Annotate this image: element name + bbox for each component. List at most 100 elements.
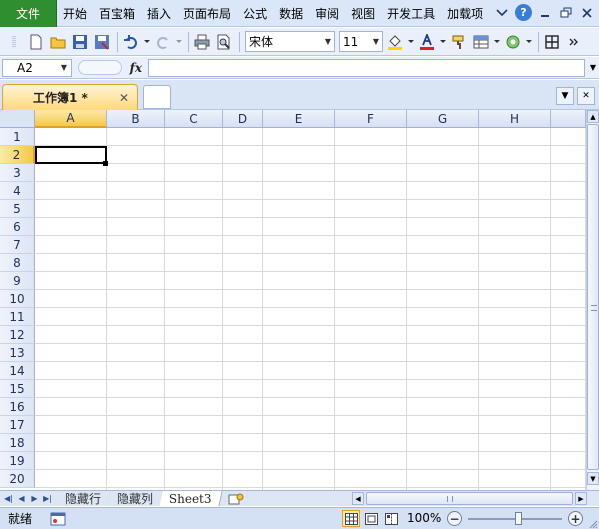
select-all-corner[interactable]: [0, 110, 35, 128]
menu-toolbox[interactable]: 百宝箱: [93, 0, 141, 27]
format-painter-icon[interactable]: [449, 32, 469, 52]
help-icon[interactable]: ?: [515, 4, 532, 21]
column-header-partial[interactable]: [551, 110, 586, 128]
next-sheet-icon[interactable]: ▶: [29, 494, 40, 503]
close-document-icon[interactable]: ✕: [577, 87, 595, 105]
row-header-5[interactable]: 5: [0, 200, 35, 218]
fill-color-dropdown-icon[interactable]: [407, 32, 415, 52]
format-table-dropdown-icon[interactable]: [493, 32, 501, 52]
scroll-up-icon[interactable]: ▲: [587, 110, 599, 123]
column-header-c[interactable]: C: [165, 110, 223, 128]
scroll-down-icon[interactable]: ▼: [587, 472, 599, 485]
minimize-icon[interactable]: [537, 5, 553, 21]
document-tab[interactable]: 工作簿1 * ✕: [2, 84, 138, 110]
row-header-7[interactable]: 7: [0, 236, 35, 254]
redo-icon[interactable]: [153, 32, 173, 52]
column-header-f[interactable]: F: [335, 110, 407, 128]
horizontal-scroll-thumb[interactable]: [366, 492, 573, 505]
new-tab-button[interactable]: [143, 85, 171, 109]
collapse-ribbon-icon[interactable]: [494, 5, 510, 21]
menu-insert[interactable]: 插入: [141, 0, 177, 27]
menu-formulas[interactable]: 公式: [237, 0, 273, 27]
zoom-in-icon[interactable]: +: [568, 511, 583, 526]
font-color-dropdown-icon[interactable]: [439, 32, 447, 52]
row-header-3[interactable]: 3: [0, 164, 35, 182]
menu-page-layout[interactable]: 页面布局: [177, 0, 237, 27]
vertical-scroll-thumb[interactable]: [587, 124, 599, 470]
row-header-9[interactable]: 9: [0, 272, 35, 290]
sync-icon[interactable]: [503, 32, 523, 52]
column-header-d[interactable]: D: [223, 110, 263, 128]
horizontal-scrollbar[interactable]: ◀ ▶: [352, 492, 587, 505]
print-preview-icon[interactable]: [214, 32, 234, 52]
prev-sheet-icon[interactable]: ◀: [16, 494, 27, 503]
row-header-6[interactable]: 6: [0, 218, 35, 236]
fill-color-icon[interactable]: [385, 32, 405, 52]
normal-view-icon[interactable]: [342, 510, 360, 527]
save-icon[interactable]: [70, 32, 90, 52]
scroll-left-icon[interactable]: ◀: [352, 492, 364, 505]
zoom-slider[interactable]: − +: [447, 510, 583, 527]
row-header-15[interactable]: 15: [0, 380, 35, 398]
row-header-1[interactable]: 1: [0, 128, 35, 146]
close-icon[interactable]: [579, 5, 595, 21]
sheet-tab-hidden-rows[interactable]: 隐藏行: [55, 491, 112, 506]
insert-function-button[interactable]: fx: [130, 61, 142, 75]
sync-dropdown-icon[interactable]: [525, 32, 533, 52]
row-header-10[interactable]: 10: [0, 290, 35, 308]
menu-view[interactable]: 视图: [345, 0, 381, 27]
font-size-select[interactable]: 11 ▼: [339, 31, 383, 52]
row-header-12[interactable]: 12: [0, 326, 35, 344]
font-name-select[interactable]: 宋体 ▼: [245, 31, 335, 52]
menu-review[interactable]: 审阅: [309, 0, 345, 27]
formula-input[interactable]: [148, 58, 585, 77]
row-header-11[interactable]: 11: [0, 308, 35, 326]
sheet-tab-sheet3[interactable]: Sheet3: [159, 491, 223, 506]
close-tab-icon[interactable]: ✕: [119, 91, 129, 105]
restore-icon[interactable]: [558, 5, 574, 21]
row-header-2[interactable]: 2: [0, 146, 35, 164]
open-folder-icon[interactable]: [48, 32, 68, 52]
zoom-level[interactable]: 100%: [407, 511, 441, 525]
last-sheet-icon[interactable]: ▶|: [42, 494, 53, 503]
row-header-13[interactable]: 13: [0, 344, 35, 362]
macro-record-icon[interactable]: [50, 512, 66, 526]
font-color-icon[interactable]: [417, 32, 437, 52]
menu-data[interactable]: 数据: [273, 0, 309, 27]
row-header-8[interactable]: 8: [0, 254, 35, 272]
new-file-icon[interactable]: [26, 32, 46, 52]
spreadsheet-grid[interactable]: ABCDEFGH 1 2 3 4 5 6 7 8 9 10 11 12 13 14 15 16 17 18 19 20: [0, 110, 586, 490]
menu-home[interactable]: 开始: [57, 0, 93, 27]
column-header-g[interactable]: G: [407, 110, 479, 128]
save-as-icon[interactable]: [92, 32, 112, 52]
menu-developer[interactable]: 开发工具: [381, 0, 441, 27]
expand-formula-icon[interactable]: ▼: [587, 59, 599, 77]
resize-grip-icon[interactable]: [588, 518, 598, 529]
page-break-view-icon[interactable]: [382, 510, 400, 527]
page-layout-view-icon[interactable]: [362, 510, 380, 527]
print-icon[interactable]: [192, 32, 212, 52]
insert-sheet-icon[interactable]: [225, 491, 247, 506]
zoom-thumb[interactable]: [515, 511, 522, 525]
first-sheet-icon[interactable]: ◀|: [3, 494, 14, 503]
column-header-h[interactable]: H: [479, 110, 551, 128]
toolbar-overflow-icon[interactable]: [564, 32, 584, 52]
row-header-19[interactable]: 19: [0, 452, 35, 470]
file-menu-button[interactable]: 文件: [0, 0, 57, 27]
active-cell-cursor[interactable]: [35, 146, 107, 164]
sheet-tab-hidden-cols[interactable]: 隐藏列: [107, 491, 164, 506]
zoom-out-icon[interactable]: −: [447, 511, 462, 526]
column-header-a[interactable]: A: [35, 110, 107, 128]
column-header-e[interactable]: E: [263, 110, 335, 128]
row-header-17[interactable]: 17: [0, 416, 35, 434]
menu-addins[interactable]: 加载项: [441, 0, 489, 27]
tab-list-dropdown-icon[interactable]: ▼: [556, 87, 574, 105]
name-box[interactable]: A2 ▼: [2, 58, 72, 77]
scroll-right-icon[interactable]: ▶: [575, 492, 587, 505]
fill-handle[interactable]: [103, 161, 108, 166]
undo-icon[interactable]: [121, 32, 141, 52]
column-header-b[interactable]: B: [107, 110, 165, 128]
vertical-scrollbar[interactable]: ▲ ▼: [586, 110, 599, 490]
row-header-14[interactable]: 14: [0, 362, 35, 380]
borders-icon[interactable]: [542, 32, 562, 52]
